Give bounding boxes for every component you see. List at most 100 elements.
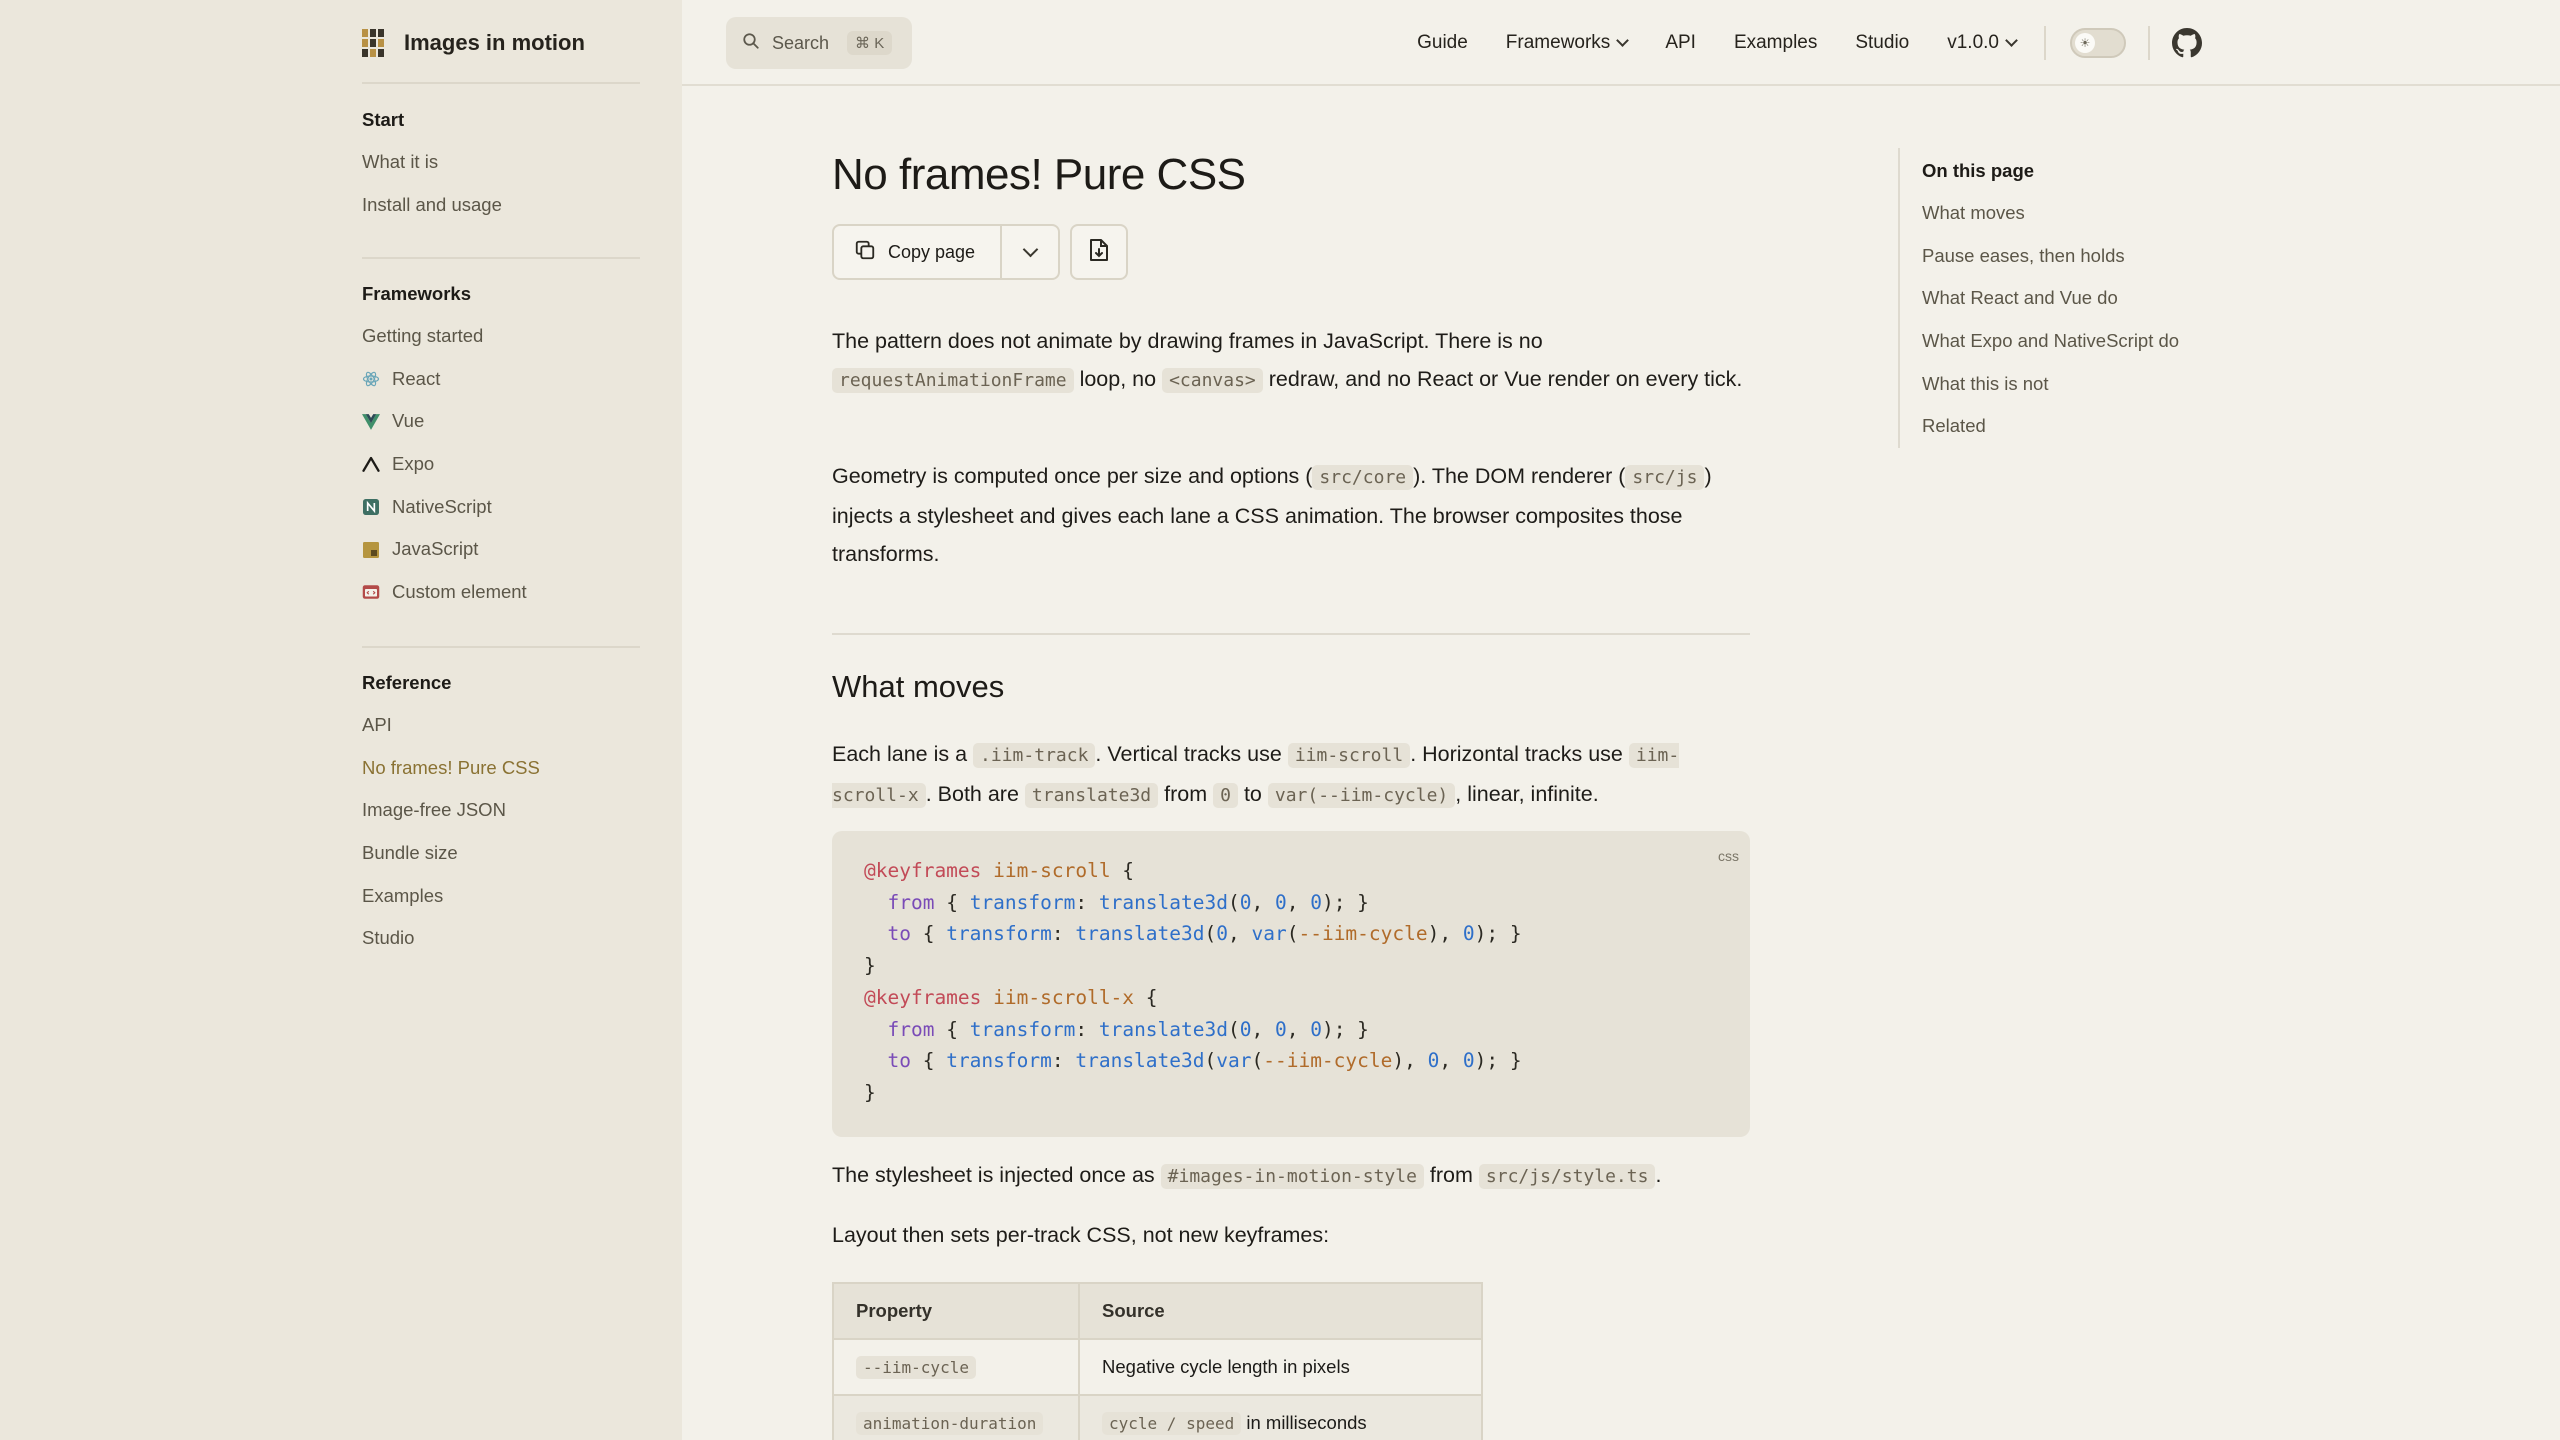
paragraph-geometry: Geometry is computed once per size and o… [832,464,1712,566]
table-of-contents: On this page What moves Pause eases, the… [1898,148,2198,449]
table-header: Property [832,1282,1080,1340]
search-label: Search [772,32,830,53]
sidebar-item-expo[interactable]: Expo [362,443,662,486]
page-title: No frames! Pure CSS [832,150,1246,199]
copy-page-group: Copy page [832,224,1060,280]
inline-code: --iim-cycle [856,1356,976,1379]
table-header-row: Property Source [832,1282,1483,1340]
theme-toggle[interactable]: ☀ [2070,28,2126,58]
sidebar-item-javascript[interactable]: JavaScript [362,528,662,571]
table-header: Source [1078,1282,1483,1340]
paragraph-lanes: Each lane is a .iim-track. Vertical trac… [832,742,1680,808]
sidebar-divider [362,646,640,648]
inline-code: src/core [1312,465,1414,490]
nav-divider [2044,26,2046,60]
copy-icon [854,239,876,266]
table-cell: animation-duration [832,1394,1080,1440]
sidebar-item-studio[interactable]: Studio [362,917,662,960]
version-label: v1.0.0 [1947,32,1999,53]
sidebar-item-install[interactable]: Install and usage [362,184,662,227]
file-download-icon [1088,238,1110,267]
code-language-label: css [1718,848,1739,864]
javascript-icon [362,541,380,559]
inline-code: src/js/style.ts [1478,1164,1656,1189]
nav-studio[interactable]: Studio [1855,32,1909,54]
inline-code: cycle / speed [1102,1412,1242,1435]
sidebar-item-label: React [392,367,441,389]
nativescript-icon [362,498,380,516]
inline-code: <canvas> [1162,368,1263,393]
sidebar-item-examples[interactable]: Examples [362,875,662,918]
search-icon [742,32,760,55]
copy-options-button[interactable] [1002,226,1058,278]
sidebar-item-api[interactable]: API [362,704,662,747]
copy-page-label: Copy page [888,241,976,262]
toc-item-pause-eases[interactable]: Pause eases, then holds [1922,235,2198,278]
toc-item-expo-nativescript[interactable]: What Expo and NativeScript do [1922,320,2198,363]
chevron-down-icon [2005,34,2018,47]
properties-table: Property Source --iim-cycle Negative cyc… [832,1282,1483,1440]
toc-item-related[interactable]: Related [1922,405,2198,448]
sidebar-item-what-it-is[interactable]: What it is [362,141,662,184]
table-cell: Negative cycle length in pixels [1078,1338,1483,1396]
sidebar-divider [362,257,640,259]
toc-item-what-moves[interactable]: What moves [1922,192,2198,235]
section-heading-what-moves: What moves [832,669,1005,704]
sidebar-item-bundle-size[interactable]: Bundle size [362,832,662,875]
section-divider [832,633,1750,635]
sidebar-item-custom-element[interactable]: Custom element [362,571,662,614]
sidebar-item-react[interactable]: React [362,358,662,401]
code-block[interactable]: css @keyframes iim-scroll { from { transf… [832,831,1750,1137]
inline-code: var(--iim-cycle) [1267,783,1456,808]
inline-code: animation-duration [856,1412,1044,1435]
nav-frameworks[interactable]: Frameworks [1505,32,1630,54]
table-cell: cycle / speed in milliseconds [1078,1394,1483,1440]
toc-item-what-this-is-not[interactable]: What this is not [1922,363,2198,406]
inline-code: iim-scroll [1287,743,1411,768]
sidebar-section-frameworks: Frameworks Getting started React Vue Exp… [362,273,662,614]
inline-code: src/js [1625,465,1705,490]
sidebar-item-image-free-json[interactable]: Image-free JSON [362,789,662,832]
sidebar-item-getting-started[interactable]: Getting started [362,315,662,358]
sun-icon: ☀ [2075,33,2095,53]
sidebar-section-reference: Reference API No frames! Pure CSS Image-… [362,662,662,960]
brand-title: Images in motion [404,30,585,55]
top-nav: Guide Frameworks API Examples Studio v1.… [1379,0,2560,86]
inline-code: 0 [1213,783,1238,808]
sidebar-item-label: JavaScript [392,538,479,560]
nav-api[interactable]: API [1665,32,1696,54]
sidebar-heading-reference: Reference [362,672,452,693]
sidebar-section-start: Start What it is Install and usage [362,99,662,226]
copy-page-button[interactable]: Copy page [834,226,1002,278]
paragraph-intro: The pattern does not animate by drawing … [832,329,1743,393]
brand[interactable]: Images in motion [362,29,585,57]
nav-label: Frameworks [1505,32,1611,53]
expo-icon [362,455,380,473]
paragraph-layout: Layout then sets per-track CSS, not new … [832,1223,1330,1247]
toc-item-react-vue[interactable]: What React and Vue do [1922,277,2198,320]
table-cell: --iim-cycle [832,1338,1080,1396]
nav-guide[interactable]: Guide [1417,32,1468,54]
search-button[interactable]: Search ⌘ K [726,17,912,69]
sidebar-heading-start: Start [362,109,405,130]
sidebar-item-label: Vue [392,410,425,432]
inline-code: translate3d [1024,783,1159,808]
inline-code: .iim-track [973,743,1096,768]
toc-heading: On this page [1922,160,2035,181]
sidebar-item-no-frames[interactable]: No frames! Pure CSS [362,747,662,790]
table-row: --iim-cycle Negative cycle length in pix… [832,1338,1483,1396]
paragraph-stylesheet: The stylesheet is injected once as #imag… [832,1163,1662,1189]
nav-examples[interactable]: Examples [1734,32,1817,54]
sidebar-item-vue[interactable]: Vue [362,400,662,443]
download-markdown-button[interactable] [1070,224,1128,280]
sidebar-item-nativescript[interactable]: NativeScript [362,486,662,529]
sidebar-item-label: NativeScript [392,495,492,517]
sidebar-item-label: Custom element [392,581,527,603]
nav-version[interactable]: v1.0.0 [1947,32,2018,54]
inline-code: #images-in-motion-style [1160,1164,1424,1189]
custom-element-icon [362,583,380,601]
sidebar-item-label: Expo [392,453,435,475]
search-shortcut: ⌘ K [847,31,893,55]
github-icon[interactable] [2172,28,2202,58]
react-icon [362,370,380,388]
